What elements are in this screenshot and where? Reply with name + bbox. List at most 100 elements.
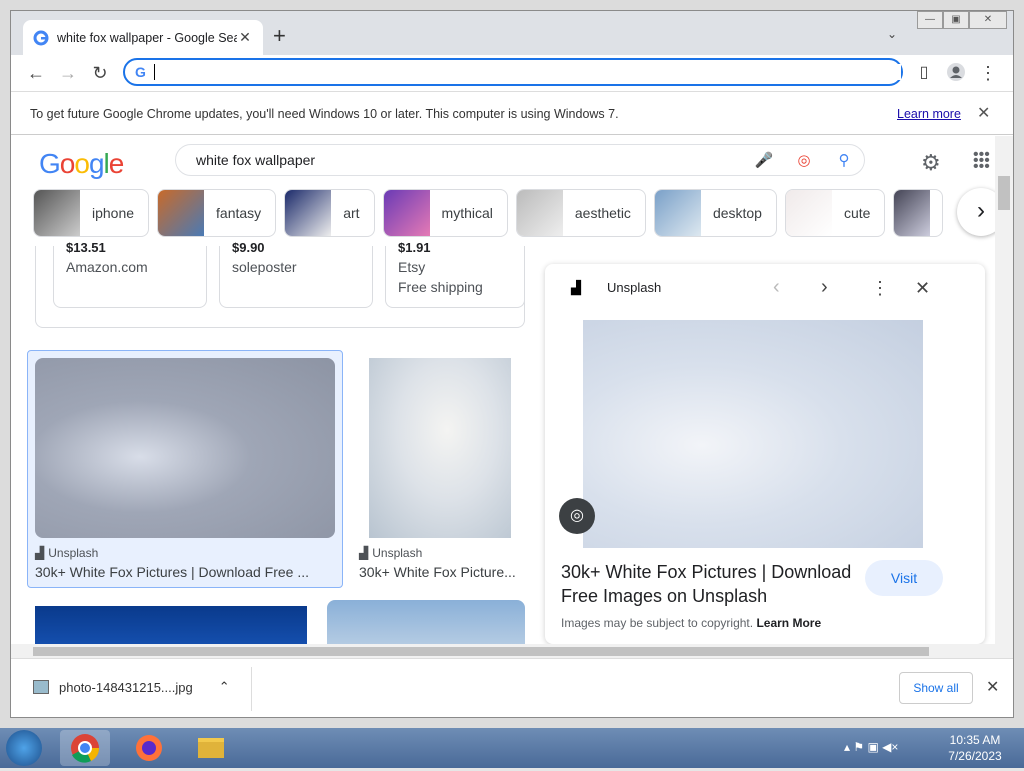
- forward-icon[interactable]: →: [57, 62, 79, 84]
- panel-preview-image[interactable]: [583, 320, 923, 548]
- image-result[interactable]: ▟ Unsplash 30k+ White Fox Picture...: [359, 358, 525, 580]
- maximize-button[interactable]: ▣: [943, 11, 969, 29]
- panel-close-icon[interactable]: ✕: [915, 278, 930, 299]
- result-image[interactable]: [327, 600, 525, 644]
- panel-title[interactable]: 30k+ White Fox Pictures | Download Free …: [561, 560, 861, 608]
- start-button[interactable]: [6, 730, 42, 766]
- panel-source[interactable]: Unsplash: [607, 280, 661, 295]
- download-bar: photo-148431215....jpg ⌃ Show all ✕: [11, 658, 1013, 717]
- shopping-store: Amazon.com: [66, 259, 148, 275]
- unsplash-logo-icon: ▟: [359, 546, 369, 560]
- visit-button[interactable]: Visit: [865, 560, 943, 596]
- chip-label: cute: [843, 205, 871, 221]
- shopping-card[interactable]: $13.51 Amazon.com: [53, 240, 207, 308]
- chip-label: desktop: [712, 205, 762, 221]
- tab-strip: white fox wallpaper - Google Sea ✕ + ⌄ —…: [11, 11, 1013, 55]
- chip-iphone[interactable]: iphone: [33, 189, 150, 237]
- chip-cute[interactable]: cute: [784, 189, 886, 237]
- result-title[interactable]: 30k+ White Fox Picture...: [359, 564, 525, 580]
- google-favicon-icon: [33, 30, 49, 45]
- shopping-price: $9.90: [232, 240, 265, 255]
- image-result[interactable]: [35, 606, 307, 644]
- back-icon[interactable]: ←: [25, 62, 47, 84]
- close-window-button[interactable]: ✕: [969, 11, 1007, 29]
- google-apps-icon[interactable]: ••• ••• •••: [973, 147, 990, 175]
- voice-search-icon[interactable]: 🎤: [744, 151, 784, 169]
- system-tray[interactable]: ▴ ⚑ ▣ ◀×: [844, 740, 898, 754]
- scrollbar-thumb[interactable]: [998, 176, 1010, 210]
- profile-avatar[interactable]: [945, 62, 967, 84]
- chrome-taskbar-icon[interactable]: [60, 730, 110, 766]
- lens-search-icon[interactable]: ◎: [784, 151, 824, 169]
- tab-title: white fox wallpaper - Google Sea: [57, 30, 237, 45]
- unsplash-logo-icon: ▟: [35, 546, 45, 560]
- result-image[interactable]: [35, 358, 335, 538]
- page-horizontal-scrollbar[interactable]: [11, 644, 1013, 658]
- side-panel-icon[interactable]: ▯: [913, 62, 935, 84]
- related-chips: iphone fantasy art mythical aesthetic de…: [33, 189, 944, 237]
- chip-mythical[interactable]: mythical: [382, 189, 508, 237]
- result-image[interactable]: [369, 358, 511, 538]
- chip-art[interactable]: art: [284, 189, 375, 237]
- google-logo[interactable]: Google: [39, 148, 124, 180]
- copyright-text: Images may be subject to copyright.: [561, 616, 754, 630]
- chip-label: iphone: [92, 205, 135, 221]
- windows-taskbar: ▴ ⚑ ▣ ◀× 10:35 AM 7/26/2023: [0, 728, 1024, 768]
- chip-label: mythical: [441, 205, 493, 221]
- minimize-button[interactable]: —: [917, 11, 943, 29]
- shopping-card[interactable]: $1.91 Etsy Free shipping: [385, 240, 525, 308]
- infobar-close-icon[interactable]: ✕: [977, 103, 990, 123]
- download-filename: photo-148431215....jpg: [59, 679, 193, 695]
- divider: [251, 667, 252, 711]
- new-tab-button[interactable]: +: [273, 25, 286, 47]
- chip-aesthetic[interactable]: aesthetic: [515, 189, 646, 237]
- download-options-chevron-icon[interactable]: ⌃: [219, 679, 230, 695]
- file-explorer-taskbar-icon[interactable]: [186, 730, 236, 766]
- download-bar-close-icon[interactable]: ✕: [986, 677, 999, 697]
- show-all-button[interactable]: Show all: [899, 672, 973, 704]
- shopping-price: $13.51: [66, 240, 106, 255]
- address-input[interactable]: [158, 64, 901, 80]
- browser-tab[interactable]: white fox wallpaper - Google Sea ✕: [23, 20, 263, 55]
- shopping-shipping: Free shipping: [398, 279, 483, 295]
- chip-thumbnail: [785, 190, 832, 236]
- panel-header: ▟ Unsplash ‹ › ⋮ ✕: [545, 264, 985, 316]
- download-item[interactable]: photo-148431215....jpg ⌃: [33, 679, 230, 695]
- panel-more-icon[interactable]: ⋮: [871, 278, 889, 299]
- more-menu-icon[interactable]: ⋮: [977, 62, 999, 84]
- reload-icon[interactable]: ↻: [89, 62, 111, 84]
- chip-thumbnail: [516, 190, 563, 236]
- result-title[interactable]: 30k+ White Fox Pictures | Download Free …: [35, 564, 335, 580]
- result-image[interactable]: [35, 606, 307, 644]
- image-result[interactable]: [327, 600, 525, 644]
- panel-prev-icon[interactable]: ‹: [773, 276, 780, 299]
- search-box[interactable]: white fox wallpaper 🎤 ◎ ⚲: [175, 144, 865, 176]
- result-source-label: Unsplash: [372, 546, 423, 560]
- settings-gear-icon[interactable]: ⚙: [921, 150, 941, 176]
- panel-next-icon[interactable]: ›: [821, 276, 828, 299]
- image-result[interactable]: ▟ Unsplash 30k+ White Fox Pictures | Down…: [35, 358, 335, 580]
- panel-lens-icon[interactable]: ◎: [559, 498, 595, 534]
- firefox-taskbar-icon[interactable]: [124, 730, 174, 766]
- chip-fantasy[interactable]: fantasy: [157, 189, 277, 237]
- shopping-card[interactable]: $9.90 soleposter: [219, 240, 373, 308]
- chip-thumbnail: [158, 190, 205, 236]
- chip-label: fantasy: [216, 205, 262, 221]
- infobar-learn-more-link[interactable]: Learn more: [897, 107, 961, 121]
- chrome-window: white fox wallpaper - Google Sea ✕ + ⌄ —…: [10, 10, 1014, 718]
- search-icon[interactable]: ⚲: [824, 151, 864, 169]
- address-bar[interactable]: G: [123, 58, 903, 86]
- chip-desktop[interactable]: desktop: [653, 189, 777, 237]
- chip-thumbnail: [894, 190, 931, 236]
- search-query[interactable]: white fox wallpaper: [196, 152, 744, 168]
- tab-search-chevron-icon[interactable]: ⌄: [887, 27, 897, 41]
- tab-close-icon[interactable]: ✕: [237, 29, 253, 46]
- shopping-price: $1.91: [398, 240, 431, 255]
- chip-thumbnail: [285, 190, 332, 236]
- taskbar-clock[interactable]: 10:35 AM 7/26/2023: [940, 732, 1010, 764]
- copyright-learn-more-link[interactable]: Learn More: [756, 616, 821, 630]
- clock-time: 10:35 AM: [949, 733, 1001, 747]
- scrollbar-thumb[interactable]: [33, 647, 929, 656]
- chip-partial[interactable]: [893, 189, 944, 237]
- page-vertical-scrollbar[interactable]: [995, 136, 1013, 644]
